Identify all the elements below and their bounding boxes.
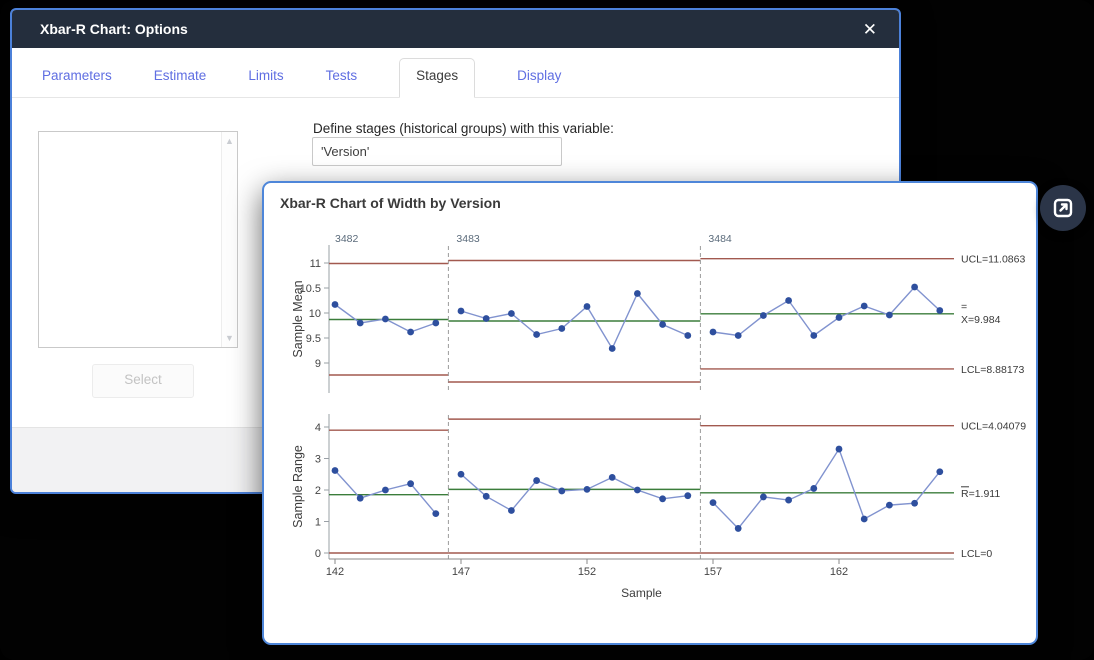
svg-text:R=1.911: R=1.911 bbox=[961, 488, 1000, 500]
listbox-scrollbar[interactable]: ▲ ▼ bbox=[221, 132, 237, 347]
svg-text:Sample: Sample bbox=[621, 586, 662, 600]
svg-text:4: 4 bbox=[315, 422, 321, 434]
variables-listbox[interactable]: ▲ ▼ bbox=[38, 131, 238, 348]
svg-text:Sample Range: Sample Range bbox=[291, 445, 305, 528]
svg-text:10: 10 bbox=[309, 308, 321, 320]
svg-text:9.5: 9.5 bbox=[306, 333, 321, 345]
open-in-new-window-button[interactable] bbox=[1040, 185, 1086, 231]
svg-text:3: 3 bbox=[315, 454, 321, 466]
scroll-up-icon[interactable]: ▲ bbox=[225, 136, 234, 146]
scroll-down-icon[interactable]: ▼ bbox=[225, 333, 234, 343]
svg-text:152: 152 bbox=[578, 566, 596, 578]
svg-text:142: 142 bbox=[326, 566, 344, 578]
open-in-new-icon bbox=[1052, 197, 1074, 219]
svg-text:1: 1 bbox=[315, 517, 321, 529]
control-charts-svg: 99.51010.511Sample Mean348234833484UCL=1… bbox=[264, 183, 1036, 643]
dialog-titlebar: Xbar-R Chart: Options ✕ bbox=[12, 10, 899, 48]
svg-text:9: 9 bbox=[315, 358, 321, 370]
close-button[interactable]: ✕ bbox=[859, 19, 881, 40]
svg-text:UCL=4.04079: UCL=4.04079 bbox=[961, 421, 1026, 433]
svg-text:147: 147 bbox=[452, 566, 470, 578]
define-stages-label: Define stages (historical groups) with t… bbox=[313, 121, 614, 136]
svg-text:UCL=11.0863: UCL=11.0863 bbox=[961, 254, 1025, 266]
svg-text:11: 11 bbox=[310, 258, 321, 270]
svg-text:3483: 3483 bbox=[456, 233, 480, 245]
svg-text:Sample Mean: Sample Mean bbox=[291, 280, 305, 357]
svg-text:3484: 3484 bbox=[708, 233, 732, 245]
svg-text:0: 0 bbox=[315, 548, 321, 560]
svg-text:3482: 3482 bbox=[335, 233, 359, 245]
svg-text:LCL=0: LCL=0 bbox=[961, 548, 992, 560]
tab-estimate[interactable]: Estimate bbox=[154, 59, 207, 97]
svg-text:157: 157 bbox=[704, 566, 722, 578]
stage-variable-input[interactable] bbox=[312, 137, 562, 166]
screen: Xbar-R Chart: Options ✕ Parameters Estim… bbox=[0, 0, 1094, 660]
tab-parameters[interactable]: Parameters bbox=[42, 59, 112, 97]
chart-window: Xbar-R Chart of Width by Version 99.5101… bbox=[262, 181, 1038, 645]
dialog-title: Xbar-R Chart: Options bbox=[40, 21, 188, 37]
tab-strip: Parameters Estimate Limits Tests Stages … bbox=[12, 48, 899, 98]
tab-display[interactable]: Display bbox=[517, 59, 561, 97]
svg-text:2: 2 bbox=[315, 485, 321, 497]
svg-text:X=9.984: X=9.984 bbox=[961, 314, 1001, 326]
svg-text:=: = bbox=[961, 301, 967, 313]
select-button[interactable]: Select bbox=[92, 364, 194, 398]
svg-text:LCL=8.88173: LCL=8.88173 bbox=[961, 364, 1025, 376]
tab-limits[interactable]: Limits bbox=[248, 59, 283, 97]
tab-tests[interactable]: Tests bbox=[326, 59, 358, 97]
tab-stages[interactable]: Stages bbox=[399, 58, 475, 98]
close-icon: ✕ bbox=[863, 20, 877, 39]
svg-text:162: 162 bbox=[830, 566, 848, 578]
